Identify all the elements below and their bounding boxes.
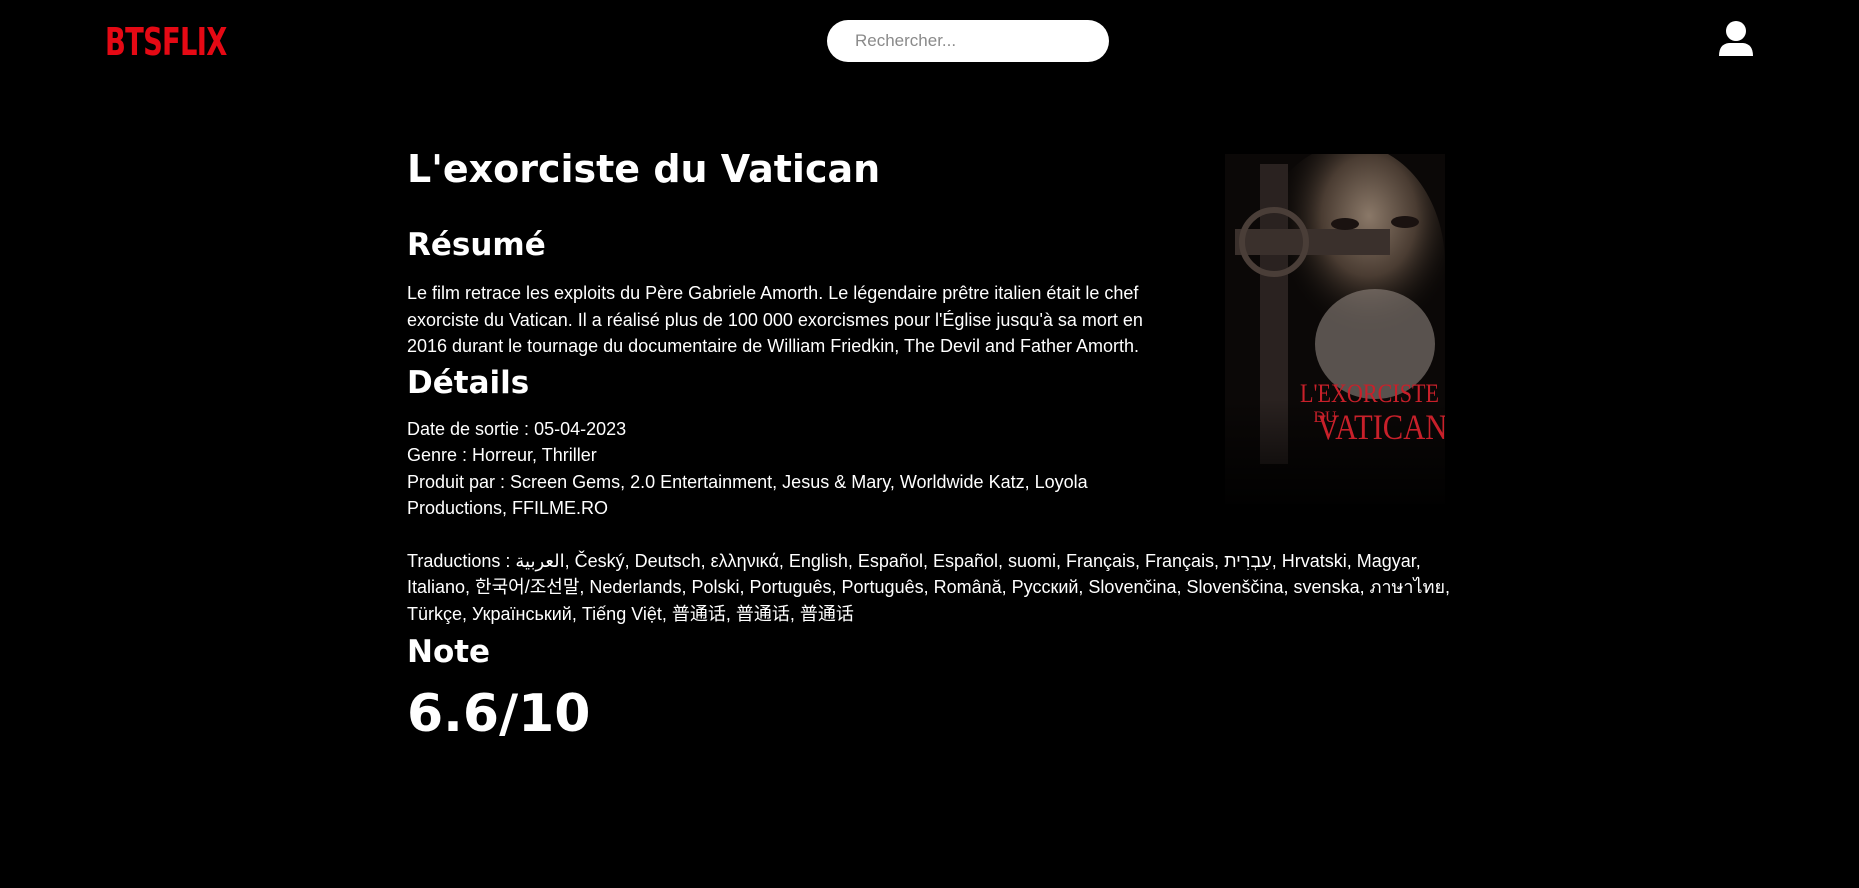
poster-title-line3: VATICAN — [1317, 408, 1445, 448]
poster-title-line1: L'EXORCISTE — [1300, 380, 1439, 408]
search-input[interactable] — [827, 20, 1109, 62]
btsflix-logo[interactable]: BTSFLIX — [105, 18, 227, 66]
movie-poster: L'EXORCISTE DU VATICAN — [1225, 154, 1445, 504]
release-date: Date de sortie : 05-04-2023 — [407, 418, 627, 439]
user-icon[interactable] — [1716, 18, 1756, 58]
summary-text: Le film retrace les exploits du Père Gab… — [407, 283, 1143, 356]
rating-heading: Note — [407, 634, 491, 670]
top-navigation-bar: BTSFLIX — [0, 0, 1859, 84]
producers: Produit par : Screen Gems, 2.0 Entertain… — [407, 471, 1088, 519]
translations: Traductions : العربية, Český, Deutsch, ε… — [407, 550, 1450, 624]
genre: Genre : Horreur, Thriller — [407, 445, 597, 465]
rating-value: 6.6/10 — [407, 684, 591, 744]
